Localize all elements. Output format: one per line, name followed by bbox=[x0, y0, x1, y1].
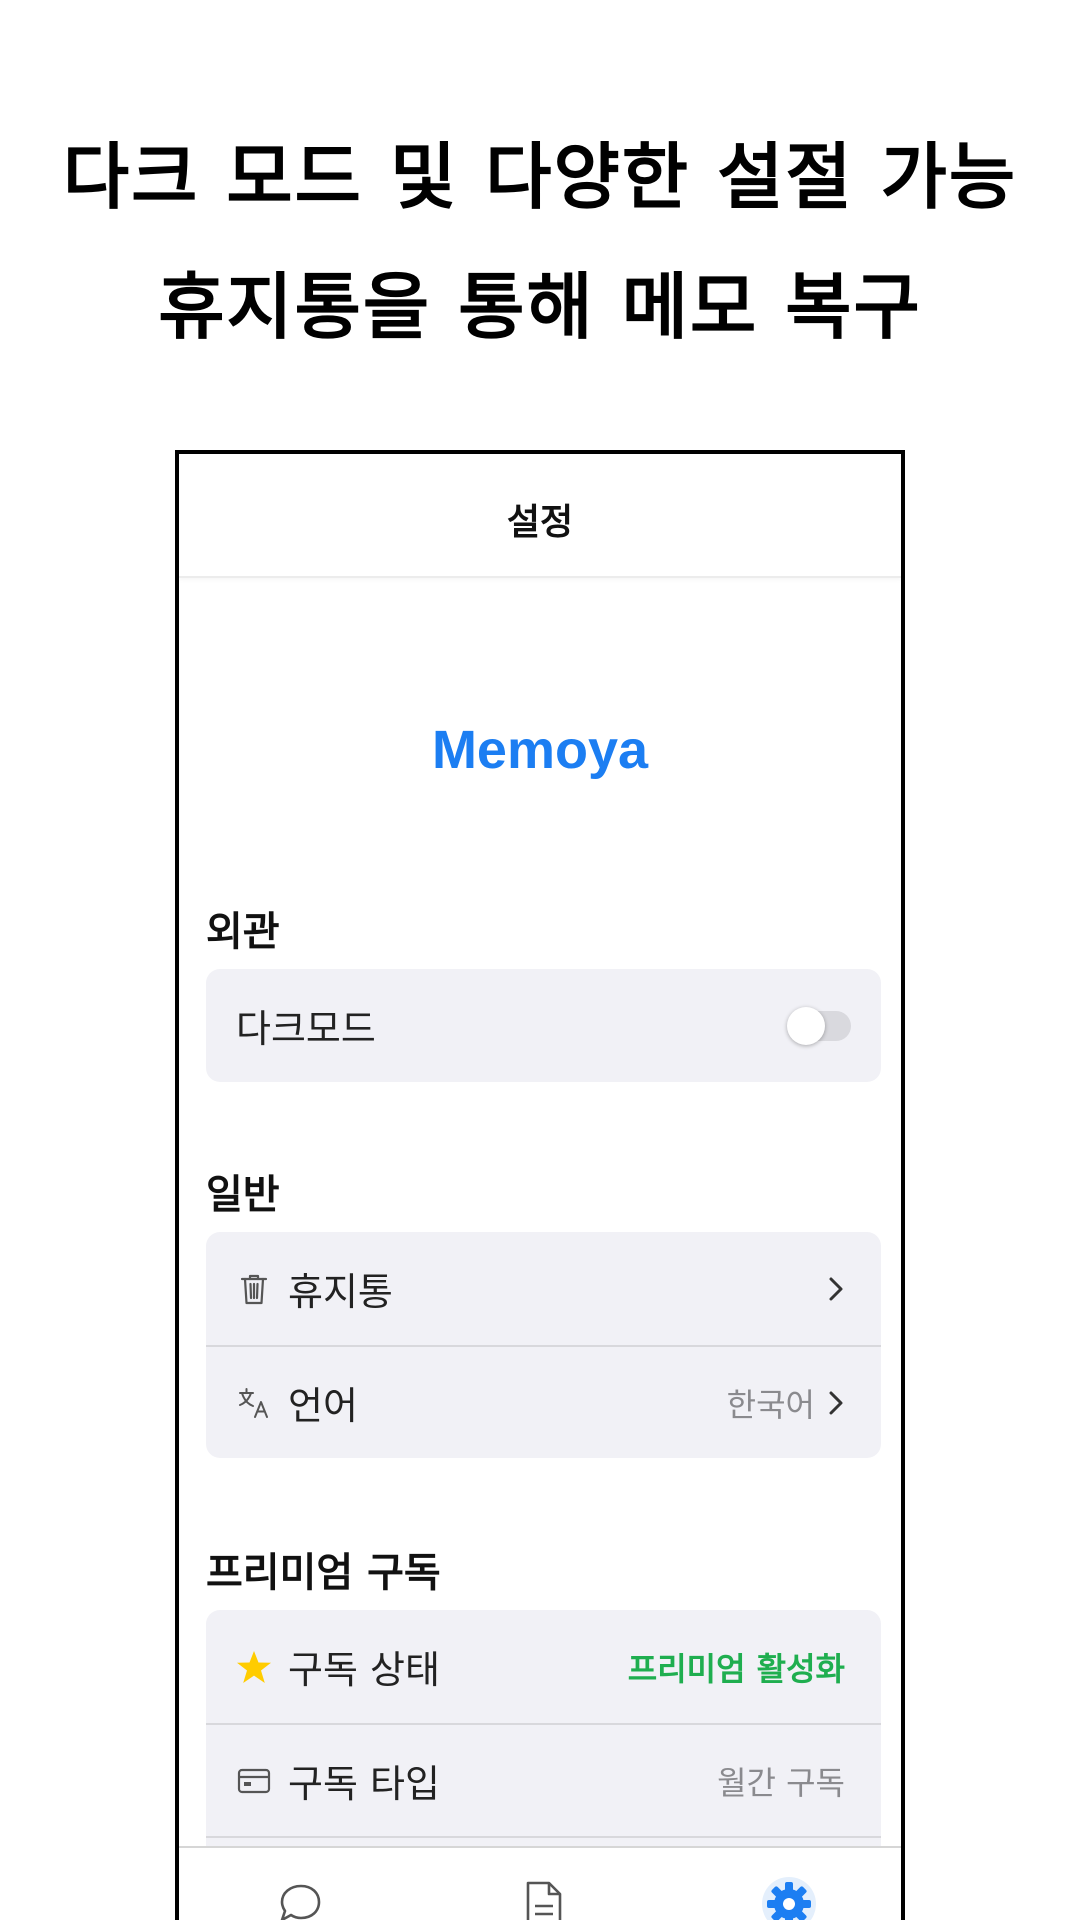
subscription-status-label: 구독 상태 bbox=[288, 1648, 440, 1692]
promo-headline-2: 휴지통을 통해 메모 복구 bbox=[158, 265, 922, 349]
language-label: 언어 bbox=[288, 1384, 358, 1428]
translate-icon bbox=[236, 1385, 272, 1421]
navigation-bar: 설정 bbox=[179, 454, 901, 578]
toggle-knob bbox=[787, 1006, 825, 1045]
general-card: 휴지통 언어 한국어 bbox=[206, 1232, 881, 1458]
chevron-right-icon bbox=[821, 1274, 851, 1304]
tab-settings[interactable] bbox=[759, 1876, 819, 1920]
document-icon bbox=[522, 1879, 566, 1920]
language-row[interactable]: 언어 한국어 bbox=[206, 1345, 881, 1458]
dark-mode-row: 다크모드 bbox=[206, 969, 881, 1082]
tab-chat[interactable] bbox=[269, 1876, 329, 1920]
section-title-appearance: 외관 bbox=[206, 909, 280, 955]
section-title-general: 일반 bbox=[206, 1172, 280, 1218]
section-title-premium: 프리미엄 구독 bbox=[206, 1550, 441, 1596]
subscription-status-row: 구독 상태 프리미엄 활성화 bbox=[206, 1610, 881, 1723]
appearance-card: 다크모드 bbox=[206, 969, 881, 1082]
gear-icon bbox=[761, 1876, 817, 1920]
tab-bar bbox=[179, 1846, 901, 1920]
trash-label: 휴지통 bbox=[288, 1270, 393, 1314]
trash-icon bbox=[236, 1271, 272, 1307]
subscription-status-value: 프리미엄 활성화 bbox=[627, 1649, 845, 1688]
tab-memos[interactable] bbox=[514, 1876, 574, 1920]
app-name: Memoya bbox=[431, 720, 649, 780]
chat-bubble-icon bbox=[275, 1880, 323, 1920]
trash-row[interactable]: 휴지통 bbox=[206, 1232, 881, 1345]
subscription-type-row: 구독 타입 월간 구독 bbox=[206, 1723, 881, 1836]
subscription-type-label: 구독 타입 bbox=[288, 1762, 440, 1806]
language-value: 한국어 bbox=[726, 1385, 815, 1424]
phone-frame: 설정 Memoya 외관 다크모드 일반 휴지통 언어 한국어 프리미엄 구독 … bbox=[175, 450, 905, 1920]
chevron-right-icon bbox=[821, 1388, 851, 1418]
credit-card-icon bbox=[236, 1763, 272, 1799]
page-title: 설정 bbox=[506, 502, 574, 543]
star-icon bbox=[236, 1649, 272, 1685]
dark-mode-toggle[interactable] bbox=[787, 1006, 851, 1045]
promo-headline-1: 다크 모드 및 다양한 설절 가능 bbox=[62, 135, 1018, 219]
dark-mode-label: 다크모드 bbox=[236, 1007, 376, 1051]
subscription-type-value: 월간 구독 bbox=[717, 1763, 845, 1802]
